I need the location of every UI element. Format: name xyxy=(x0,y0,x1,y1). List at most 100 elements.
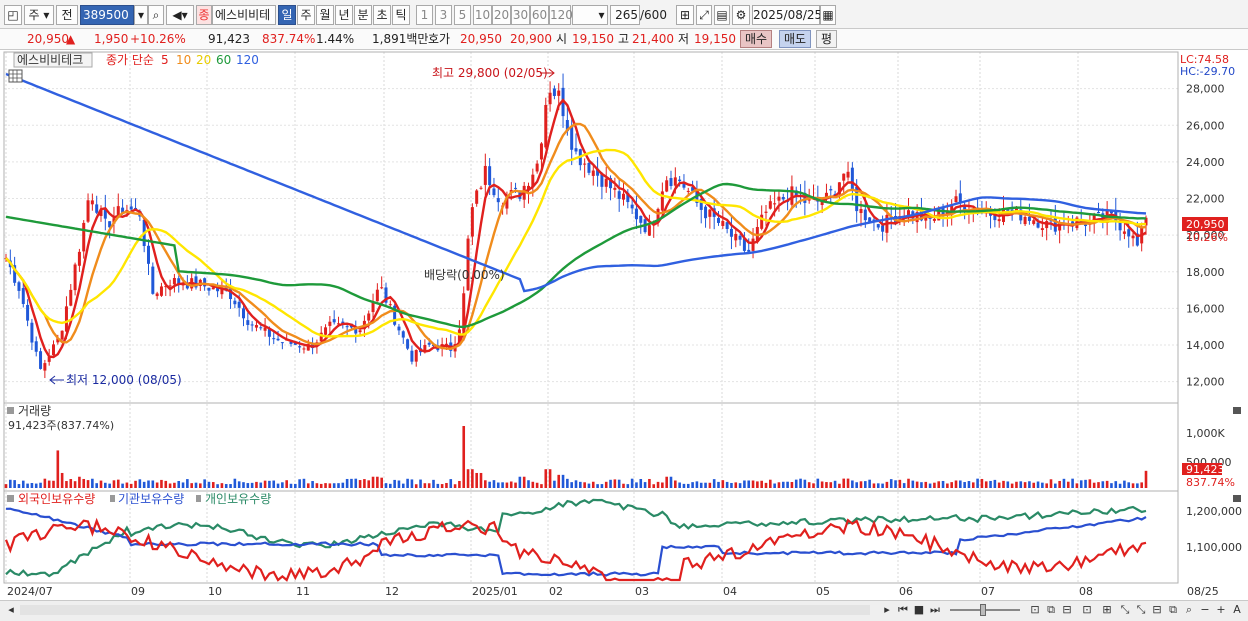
candle-body xyxy=(345,326,349,328)
stock-chart[interactable]: 28,00026,00024,00022,00020,00018,00016,0… xyxy=(0,50,1248,600)
volume-bar xyxy=(91,478,94,488)
date-input[interactable]: 2025/08/25 xyxy=(752,5,822,25)
rewind-icon[interactable]: ⏮ xyxy=(896,603,910,617)
period-tab-3[interactable]: 년 xyxy=(335,5,353,25)
ma60-line xyxy=(5,182,1147,329)
search-icon[interactable]: ⌕ xyxy=(148,5,164,25)
candle-body xyxy=(250,324,254,326)
candle-body xyxy=(514,187,518,189)
volume-close-icon[interactable] xyxy=(1233,407,1241,414)
buy-button[interactable]: 매수 xyxy=(740,30,773,48)
save-icon[interactable]: ▤ xyxy=(714,5,730,25)
volume-bar xyxy=(160,479,163,488)
scroll-track[interactable] xyxy=(20,605,870,615)
tool-icon-2[interactable]: ⧉ xyxy=(1044,603,1058,617)
candle-body xyxy=(617,191,621,199)
chart-menu-icon[interactable]: ◰ xyxy=(4,5,22,25)
minute-tab-120[interactable]: 120 xyxy=(549,5,573,25)
volume-bar xyxy=(648,478,651,488)
period-tab-5[interactable]: 초 xyxy=(373,5,391,25)
font-size-icon[interactable]: A xyxy=(1230,603,1244,617)
minute-tab-3[interactable]: 3 xyxy=(435,5,452,25)
volume-bar xyxy=(695,481,699,488)
volume-bar xyxy=(626,484,630,488)
exchange-select[interactable]: 전 xyxy=(56,5,78,25)
candle-body xyxy=(669,178,673,186)
zoom-in-icon[interactable]: + xyxy=(1214,603,1228,617)
volume-bar xyxy=(436,483,440,488)
forward-icon[interactable]: ⏭ xyxy=(928,603,942,617)
count-input[interactable]: 265 xyxy=(610,5,640,25)
chart-scrollbar[interactable]: ◂ ▸ ⏮ ■ ⏭ ⊡ ⧉ ⊟ ⊡ ⊞ ⤡ ⤡ ⊟ ⧉ ⌕ − + A xyxy=(0,600,1248,621)
tool-icon-1[interactable]: ⊡ xyxy=(1028,603,1042,617)
hc-label: HC:-29.70 xyxy=(1180,65,1235,78)
low-annotation: 최저 12,000 (08/05) xyxy=(66,373,182,387)
sell-button[interactable]: 매도 xyxy=(779,30,812,48)
candle-body xyxy=(21,288,25,304)
holding-close-icon[interactable] xyxy=(1233,495,1241,502)
candle-body xyxy=(634,208,638,220)
market-select[interactable]: 주 ▾ xyxy=(24,5,54,25)
zoom-slider-handle[interactable] xyxy=(980,604,986,616)
tool-icon-7[interactable]: ⤡ xyxy=(1134,603,1148,617)
period-tab-0[interactable]: 일 xyxy=(278,5,296,25)
tool-icon-8[interactable]: ⊟ xyxy=(1150,603,1164,617)
volume-bar xyxy=(155,482,159,488)
table-icon[interactable] xyxy=(8,69,23,83)
zoom-out-icon[interactable]: − xyxy=(1198,603,1212,617)
volume-bar xyxy=(686,483,690,488)
unit-dropdown-icon[interactable]: ▾ xyxy=(596,5,608,25)
period-tab-2[interactable]: 월 xyxy=(316,5,334,25)
tool-icon-5[interactable]: ⊞ xyxy=(1100,603,1114,617)
stop-icon[interactable]: ■ xyxy=(912,603,926,617)
period-tab-6[interactable]: 틱 xyxy=(392,5,410,25)
volume-bar xyxy=(527,480,530,488)
tool-icon-9[interactable]: ⧉ xyxy=(1166,603,1180,617)
minute-tab-60[interactable]: 60 xyxy=(530,5,549,25)
candle-body xyxy=(483,165,487,185)
calendar-icon[interactable]: ▦ xyxy=(820,5,836,25)
tool-icon-3[interactable]: ⊟ xyxy=(1060,603,1074,617)
magnifier-icon[interactable]: ⌕ xyxy=(1182,603,1196,617)
avg-button[interactable]: 평 xyxy=(816,30,838,48)
candle-body xyxy=(721,221,725,226)
volume-bar xyxy=(946,483,949,488)
tool-icon-6[interactable]: ⤡ xyxy=(1118,603,1132,617)
price-panel-name: 에스비비테크 xyxy=(17,53,83,67)
candle-body xyxy=(406,339,410,349)
candle-body xyxy=(863,209,867,221)
volume-bar xyxy=(760,480,763,488)
tool-icon-4[interactable]: ⊡ xyxy=(1080,603,1094,617)
volume-bar xyxy=(743,480,746,488)
last-price-tag-text: 20,950 xyxy=(1186,218,1225,231)
stock-name-field[interactable]: 에스비비테 xyxy=(212,5,276,25)
volume-sub: 91,423주(837.74%) xyxy=(8,419,114,432)
draw-tool-icon[interactable]: ⤢ xyxy=(696,5,712,25)
period-tab-4[interactable]: 분 xyxy=(354,5,372,25)
code-dropdown-icon[interactable]: ▾ xyxy=(134,5,148,25)
volume-bar xyxy=(820,481,824,488)
volume-bar xyxy=(786,481,789,488)
volume-bar xyxy=(574,480,578,488)
volume-bar xyxy=(1114,481,1118,488)
scroll-left-icon[interactable]: ◂ xyxy=(4,603,18,617)
x-axis-label: 05 xyxy=(816,585,830,598)
code-input[interactable]: 389500 xyxy=(80,5,134,25)
minute-tab-1[interactable]: 1 xyxy=(416,5,433,25)
volume-bar xyxy=(367,480,371,488)
candle-type-icon[interactable]: ⊞ xyxy=(676,5,694,25)
minute-tab-20[interactable]: 20 xyxy=(492,5,511,25)
minute-tab-30[interactable]: 30 xyxy=(511,5,530,25)
gear-icon[interactable]: ⚙ xyxy=(732,5,750,25)
period-tab-1[interactable]: 주 xyxy=(297,5,315,25)
minute-tab-5[interactable]: 5 xyxy=(454,5,471,25)
market-label: 주 xyxy=(28,8,40,22)
volume-bar xyxy=(285,480,288,488)
volume-bar xyxy=(872,483,876,488)
speaker-icon[interactable]: ◀▾ xyxy=(166,5,194,25)
scroll-right-icon[interactable]: ▸ xyxy=(880,603,894,617)
candle-body xyxy=(237,301,241,308)
count-total: /600 xyxy=(640,8,667,22)
minute-tab-10[interactable]: 10 xyxy=(473,5,492,25)
volume-bar xyxy=(1002,480,1005,488)
